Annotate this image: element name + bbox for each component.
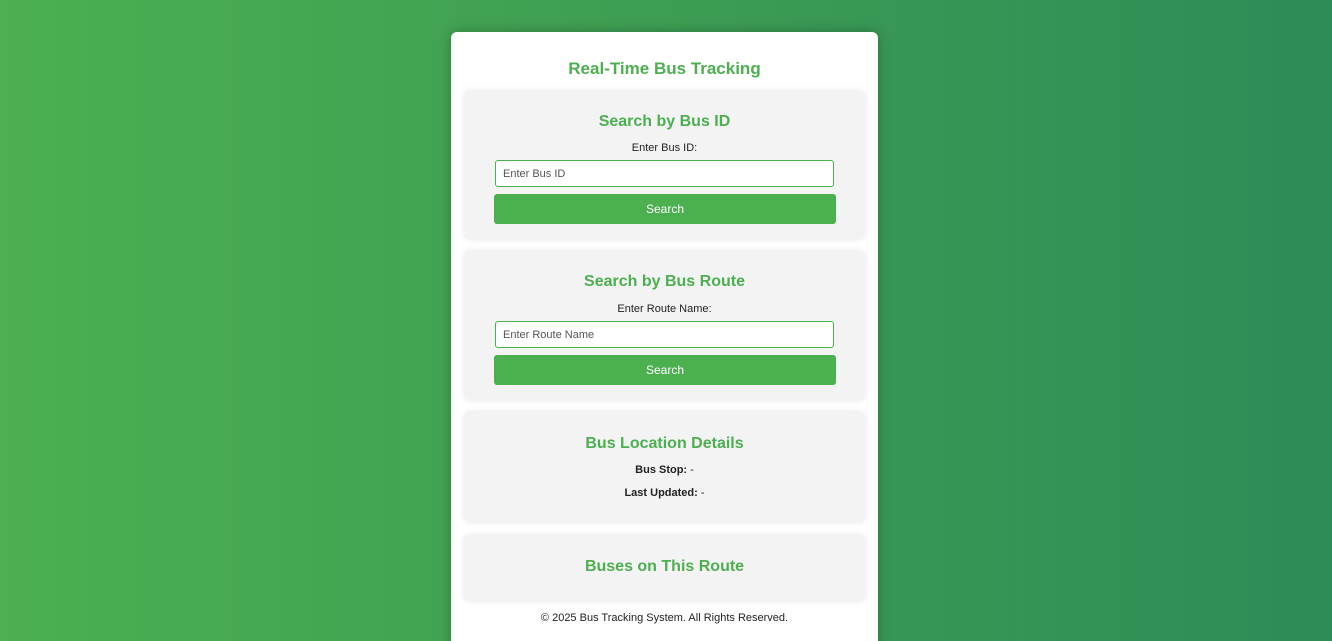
bus-id-input[interactable] <box>495 160 834 187</box>
page-title: Real-Time Bus Tracking <box>568 59 761 78</box>
search-by-route-card: Search by Bus Route Enter Route Name: Se… <box>463 250 866 401</box>
last-updated-label: Last Updated: <box>624 487 701 499</box>
route-name-label: Enter Route Name: <box>617 303 712 315</box>
bus-stop-row: Bus Stop: - <box>463 463 866 477</box>
buses-on-route-card: Buses on This Route <box>463 534 866 602</box>
buses-on-route-heading: Buses on This Route <box>584 558 745 575</box>
bus-location-details-card: Bus Location Details Bus Stop: - Last Up… <box>463 411 866 523</box>
search-by-route-heading: Search by Bus Route <box>584 273 745 290</box>
bus-stop-value: - <box>690 464 694 476</box>
route-name-input[interactable] <box>495 321 834 348</box>
bus-id-label: Enter Bus ID: <box>631 142 698 154</box>
search-by-bus-id-heading: Search by Bus ID <box>598 113 731 130</box>
bus-location-details-heading: Bus Location Details <box>585 435 744 452</box>
search-route-button[interactable]: Search <box>494 355 836 385</box>
last-updated-row: Last Updated: - <box>463 486 866 500</box>
footer-copyright: © 2025 Bus Tracking System. All Rights R… <box>540 612 789 624</box>
bus-stop-label: Bus Stop: <box>635 464 691 476</box>
last-updated-value: - <box>700 487 705 499</box>
search-by-bus-id-card: Search by Bus ID Enter Bus ID: Search <box>463 90 866 240</box>
search-bus-id-button[interactable]: Search <box>494 194 836 224</box>
main-container: Real-Time Bus Tracking Search by Bus ID … <box>451 32 878 641</box>
